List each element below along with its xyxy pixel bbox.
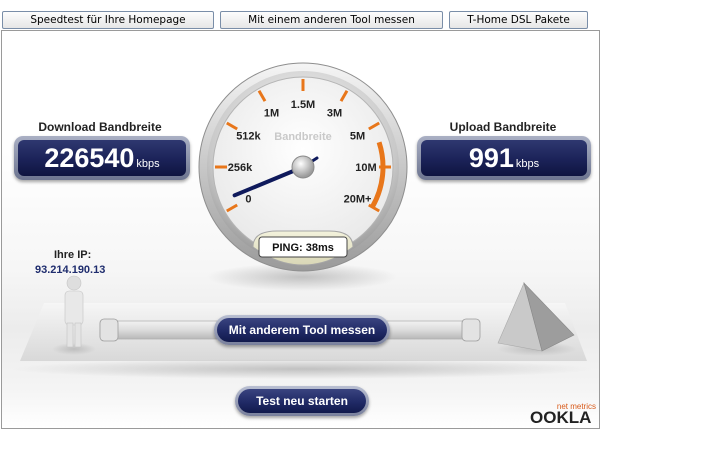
gauge-tick-label: 512k xyxy=(236,131,261,143)
gauge-tick-label: 20M+ xyxy=(344,194,372,206)
gauge-tick-label: 256k xyxy=(228,162,253,174)
speed-gauge: 0 256k 512k1M 1.5M 3M 5M 10M 20M+ Bandbreite PI… xyxy=(198,62,408,272)
restart-test-button-label: Test neu starten xyxy=(238,389,366,413)
tab-dsl-packages[interactable]: T-Home DSL Pakete xyxy=(449,11,588,29)
logo-wordmark: OOKLA xyxy=(530,408,592,427)
ip-label: Ihre IP: xyxy=(54,249,92,261)
gauge-tick-label: 3M xyxy=(327,107,342,119)
upload-readout: 991 kbps xyxy=(417,136,591,180)
download-label: Download Bandbreite xyxy=(38,120,162,134)
upload-unit: kbps xyxy=(515,158,540,170)
gauge-tick-label: 1M xyxy=(264,107,279,119)
restart-test-button[interactable]: Test neu starten xyxy=(235,386,369,416)
download-unit: kbps xyxy=(136,158,160,170)
gauge-title: Bandbreite xyxy=(274,131,331,143)
tab-speedtest-homepage[interactable]: Speedtest für Ihre Homepage xyxy=(2,11,214,29)
gauge-tick-label: 10M xyxy=(355,162,376,174)
gauge-hub xyxy=(291,155,315,179)
gauge-tick-label: 5M xyxy=(350,131,365,143)
other-tool-button[interactable]: Mit anderem Tool messen xyxy=(214,315,390,345)
gauge-tick-label: 0 xyxy=(245,194,251,206)
other-tool-button-label: Mit anderem Tool messen xyxy=(217,318,387,342)
download-value: 226540 xyxy=(44,143,135,173)
upload-label: Upload Bandbreite xyxy=(449,120,557,134)
speedtest-panel: Download Bandbreite 226540 kbps Upload Ba… xyxy=(1,30,600,429)
ookla-logo: net metrics OOKLA xyxy=(530,402,596,427)
gauge-tick-label: 1.5M xyxy=(291,99,315,111)
upload-value: 991 xyxy=(468,143,514,173)
ping-text: PING: 38ms xyxy=(272,242,334,254)
download-readout: 226540 kbps xyxy=(14,136,190,180)
tab-other-tool[interactable]: Mit einem anderen Tool messen xyxy=(220,11,443,29)
ip-address: 93.214.190.13 xyxy=(35,264,106,276)
